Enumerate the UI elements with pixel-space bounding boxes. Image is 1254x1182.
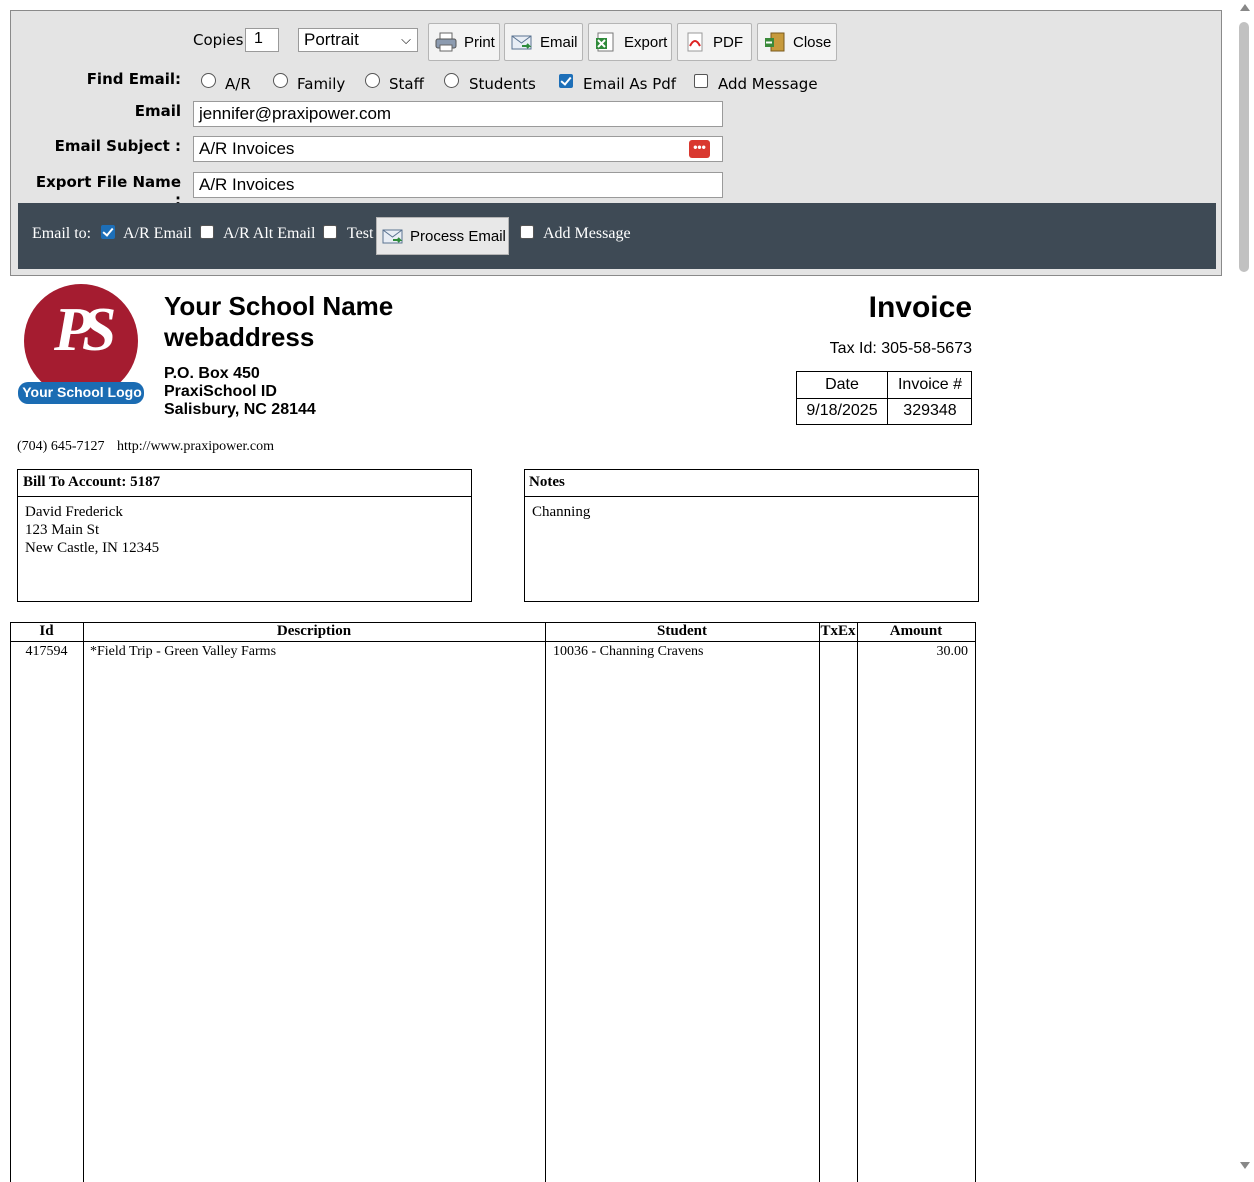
close-label: Close [793,33,832,51]
subject-field[interactable]: A/R Invoices ••• [193,136,723,162]
test-label: Test [347,225,374,242]
col-student: Student [656,623,708,639]
row-description: *Field Trip - Green Valley Farms [90,644,277,659]
invoice-title: Invoice [868,291,972,324]
printer-icon [435,32,457,52]
logo-text: Your School Logo [22,384,142,400]
chevron-down-icon: ⌵ [401,32,411,47]
ar-alt-email-checkbox[interactable] [200,225,214,239]
close-button[interactable]: Close [757,23,837,61]
copies-input[interactable]: 1 [245,28,279,52]
school-url: http://www.praxipower.com [117,439,274,454]
find-email-label: Find Email: [86,70,181,88]
ar-email-label: A/R Email [123,225,192,242]
col-id: Id [39,623,54,639]
add-message-checkbox[interactable] [694,74,708,88]
col-description: Description [276,623,352,639]
print-label: Print [464,33,495,51]
email-field[interactable]: jennifer@praxipower.com [193,101,723,127]
export-filename-field[interactable]: A/R Invoices [193,172,723,198]
email-as-pdf-label: Email As Pdf [583,75,677,93]
radio-students-label: Students [469,75,536,93]
add-message-label: Add Message [718,75,818,93]
envelope-icon [511,32,533,52]
print-button[interactable]: Print [428,23,500,61]
radio-family[interactable] [273,73,288,88]
orientation-select[interactable]: Portrait ⌵ [298,28,418,52]
bill-to-header: Bill To Account: 5187 [23,474,161,490]
bill-to-line-3: New Castle, IN 12345 [25,540,160,556]
bill-to-line-1: David Frederick [25,504,123,520]
notes-text: Channing [532,504,591,520]
pdf-icon [684,32,706,52]
school-address-3: Salisbury, NC 28144 [164,401,316,418]
radio-staff[interactable] [365,73,380,88]
invoice-number-header: Invoice # [897,376,963,393]
logo-letters: PS [54,296,116,364]
notes-box: Notes Channing [524,469,979,602]
subject-value: A/R Invoices [199,139,295,158]
scroll-down-icon[interactable] [1240,1162,1250,1169]
email-to-bar: Email to: A/R Email A/R Alt Email Test P… [18,203,1216,269]
envelope-send-icon [382,226,404,246]
radio-students[interactable] [444,73,459,88]
exit-door-icon [764,32,786,52]
invoice-number: 329348 [903,402,957,419]
row-amount: 30.00 [936,644,969,659]
test-checkbox[interactable] [323,225,337,239]
notes-header: Notes [529,474,565,490]
school-address-2: PraxiSchool ID [164,383,277,400]
school-logo: PS Your School Logo [16,283,146,408]
school-address-1: P.O. Box 450 [164,365,260,382]
bill-to-line-2: 123 Main St [25,522,100,538]
scroll-up-icon[interactable] [1240,4,1250,11]
ar-email-checkbox[interactable] [101,225,115,239]
process-email-button[interactable]: Process Email [376,217,509,255]
subject-field-label: Email Subject : [54,137,181,155]
invoice-info-table: Date Invoice # 9/18/2025 329348 [796,371,972,425]
radio-family-label: Family [297,75,346,93]
email-button[interactable]: Email [504,23,583,61]
bill-to-box: Bill To Account: 5187 David Frederick 12… [17,469,472,602]
col-txex: TxEx [820,623,856,639]
row-id: 417594 [25,644,68,659]
radio-ar-label: A/R [225,75,251,93]
pdf-label: PDF [713,33,743,51]
more-options-icon[interactable]: ••• [689,140,710,158]
vertical-scrollbar[interactable] [1236,0,1254,1176]
email-as-pdf-checkbox[interactable] [559,74,573,88]
copies-label: Copies [193,31,244,49]
scrollbar-thumb[interactable] [1239,22,1249,272]
bar-add-message-label: Add Message [543,225,631,242]
process-email-label: Process Email [410,227,506,245]
control-panel: Copies 1 Portrait ⌵ Print Email Export P… [10,10,1222,276]
email-to-label: Email to: [32,225,92,242]
pdf-button[interactable]: PDF [677,23,752,61]
date-header: Date [825,376,859,393]
radio-ar[interactable] [201,73,216,88]
school-name: Your School Name [164,291,394,321]
school-phone: (704) 645-7127 [17,439,105,454]
radio-staff-label: Staff [389,75,424,93]
row-student: 10036 - Channing Cravens [553,644,704,659]
email-field-label: Email [134,102,181,120]
school-web: webaddress [164,322,315,352]
invoice-date: 9/18/2025 [806,402,878,419]
orientation-value: Portrait [304,30,359,49]
bar-add-message-checkbox[interactable] [520,225,534,239]
ar-alt-email-label: A/R Alt Email [223,225,316,242]
export-button[interactable]: Export [588,23,672,61]
excel-icon [595,32,617,52]
email-label: Email [540,33,578,51]
export-label: Export [624,33,668,51]
tax-id: Tax Id: 305-58-5673 [829,340,972,357]
col-amount: Amount [889,623,943,639]
